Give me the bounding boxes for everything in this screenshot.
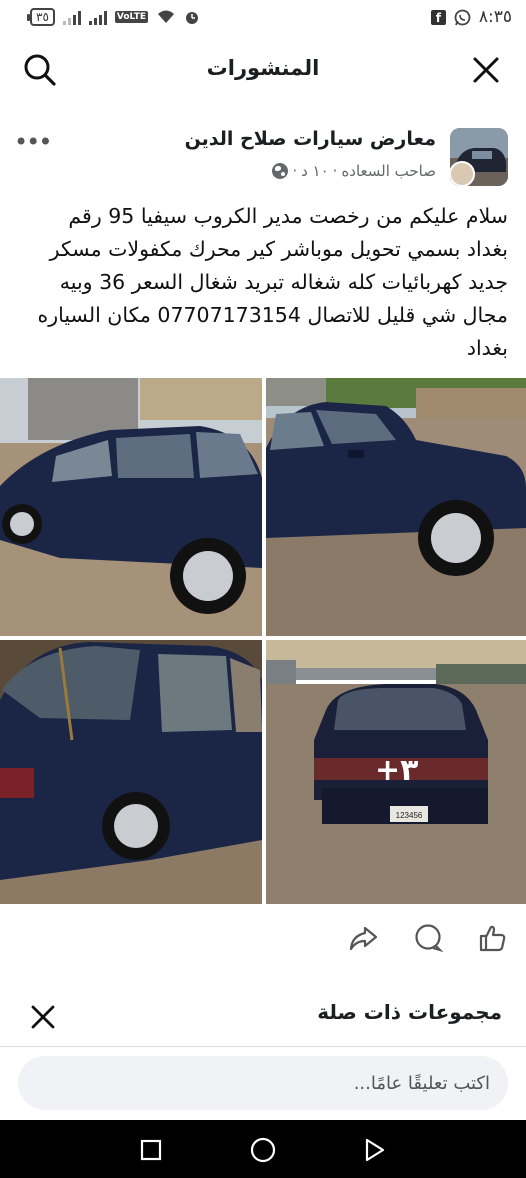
post-author[interactable]: صاحب السعاده bbox=[341, 162, 436, 180]
comment-input[interactable] bbox=[18, 1056, 508, 1110]
status-bar-left: ٣٥ VoLTE bbox=[27, 8, 200, 26]
home-button[interactable] bbox=[245, 1132, 281, 1168]
share-icon bbox=[349, 926, 378, 951]
post-photo-2[interactable] bbox=[0, 378, 262, 636]
status-time: ٨:٣٥ bbox=[478, 7, 512, 27]
photo-grid: 123456 +٣ bbox=[0, 378, 526, 904]
top-header: المنشورات bbox=[0, 42, 526, 98]
close-icon bbox=[31, 1005, 55, 1029]
post-actions bbox=[0, 916, 526, 960]
battery-icon: ٣٥ bbox=[27, 8, 55, 26]
divider bbox=[0, 1046, 526, 1047]
meta-separator-2: · bbox=[292, 162, 298, 180]
like-icon bbox=[479, 925, 506, 952]
post-meta: صاحب السعاده · ١٠ د · bbox=[272, 162, 436, 180]
post-photo-1[interactable] bbox=[266, 378, 526, 636]
related-groups-section: مجموعات ذات صلة bbox=[0, 990, 526, 1040]
system-nav-bar bbox=[0, 1120, 526, 1178]
whatsapp-icon bbox=[454, 9, 471, 25]
back-icon bbox=[365, 1138, 385, 1162]
more-photos-count[interactable]: +٣ bbox=[375, 753, 418, 788]
facebook-icon: f bbox=[430, 9, 446, 25]
comment-button[interactable] bbox=[410, 920, 446, 956]
signal-icon bbox=[62, 9, 81, 25]
author-avatar bbox=[450, 161, 475, 186]
related-close-button[interactable] bbox=[26, 1000, 60, 1034]
volte-icon: VoLTE bbox=[114, 11, 149, 23]
post-photo-4[interactable] bbox=[0, 640, 262, 904]
car-side-photo bbox=[266, 378, 526, 636]
alarm-icon bbox=[186, 12, 199, 24]
battery-level: ٣٥ bbox=[36, 10, 49, 24]
more-options-button[interactable]: ••• bbox=[14, 128, 52, 156]
post-body: سلام عليكم من رخصت مدير الكروب سيفيا 95 … bbox=[37, 204, 508, 360]
share-button[interactable] bbox=[345, 920, 381, 956]
license-plate: 123456 bbox=[396, 811, 423, 820]
back-button[interactable] bbox=[356, 1132, 392, 1168]
page-avatar[interactable] bbox=[450, 128, 508, 186]
car-rear-side-photo bbox=[0, 640, 262, 904]
more-icon: ••• bbox=[14, 128, 52, 156]
page-title: المنشورات bbox=[206, 56, 320, 80]
signal-icon-2 bbox=[88, 9, 107, 25]
car-front-side-photo bbox=[0, 378, 262, 636]
meta-separator: · bbox=[332, 162, 338, 180]
globe-icon bbox=[272, 163, 289, 179]
wifi-icon bbox=[158, 10, 175, 23]
status-bar-right: f ٨:٣٥ bbox=[430, 7, 512, 27]
close-icon bbox=[473, 57, 499, 83]
status-bar: ٣٥ VoLTE f ٨:٣٥ bbox=[0, 0, 526, 34]
home-icon bbox=[250, 1137, 276, 1163]
comment-icon bbox=[415, 924, 443, 953]
recent-apps-button[interactable] bbox=[133, 1132, 169, 1168]
like-button[interactable] bbox=[474, 920, 510, 956]
page-name[interactable]: معارض سيارات صلاح الدين bbox=[185, 128, 436, 150]
related-groups-title: مجموعات ذات صلة bbox=[317, 1000, 502, 1024]
recent-apps-icon bbox=[140, 1139, 162, 1161]
close-button[interactable] bbox=[466, 50, 506, 90]
post-header: معارض سيارات صلاح الدين صاحب السعاده · ١… bbox=[0, 124, 526, 190]
post-time[interactable]: ١٠ د bbox=[301, 162, 329, 180]
